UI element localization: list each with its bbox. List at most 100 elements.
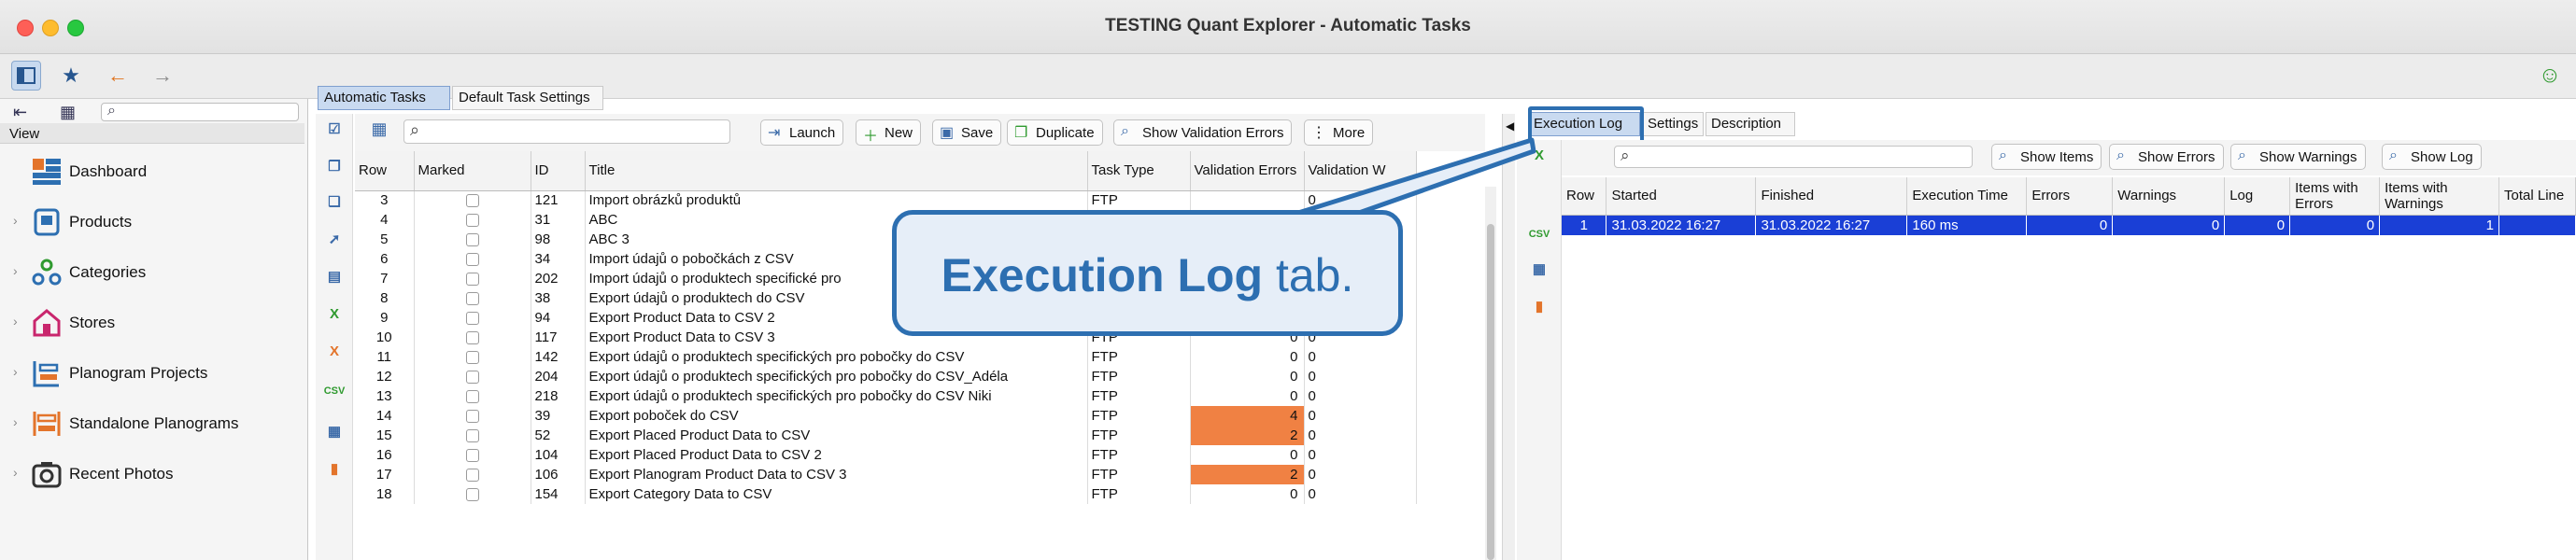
grid-settings-icon[interactable]: ▦ xyxy=(366,119,392,144)
tab-default-task-settings[interactable]: Default Task Settings xyxy=(452,86,603,110)
chevron-right-icon[interactable]: › xyxy=(13,364,18,379)
chevron-right-icon[interactable]: › xyxy=(13,213,18,228)
column-header[interactable]: Total Line xyxy=(2498,177,2576,216)
marked-checkbox[interactable] xyxy=(465,449,479,463)
marked-cell[interactable] xyxy=(414,288,531,308)
tab-settings[interactable]: Settings xyxy=(1642,112,1704,136)
document-icon[interactable]: ▤ xyxy=(323,267,346,287)
save-button[interactable]: ▣ Save xyxy=(932,119,1002,146)
column-header[interactable]: Log xyxy=(2224,177,2291,216)
chevron-right-icon[interactable]: › xyxy=(13,465,18,480)
column-header[interactable]: Execution Time xyxy=(1906,177,2028,216)
column-header[interactable]: Items with Warnings xyxy=(2379,177,2499,216)
marked-cell[interactable] xyxy=(414,445,531,465)
smiley-icon[interactable]: ☺ xyxy=(2535,61,2565,91)
marked-cell[interactable] xyxy=(414,210,531,230)
marked-cell[interactable] xyxy=(414,347,531,367)
chevron-right-icon[interactable]: › xyxy=(13,263,18,278)
column-header[interactable]: Validation Errors xyxy=(1190,151,1305,191)
back-arrow-icon[interactable]: ← xyxy=(103,61,133,91)
marked-cell[interactable] xyxy=(414,465,531,484)
copy-icon[interactable]: ❐ xyxy=(323,157,346,177)
excel-import-icon[interactable]: X xyxy=(323,342,346,362)
tab-description[interactable]: Description xyxy=(1706,112,1795,136)
marked-checkbox[interactable] xyxy=(465,194,479,208)
nav-search-input[interactable]: ⌕ xyxy=(101,103,299,121)
table-row[interactable]: 18 154 Export Category Data to CSV FTP 0 0 xyxy=(355,484,1417,504)
column-header[interactable]: Validation W xyxy=(1304,151,1417,191)
marked-cell[interactable] xyxy=(414,484,531,504)
marked-checkbox[interactable] xyxy=(465,469,479,483)
chevron-right-icon[interactable]: › xyxy=(13,314,18,329)
marked-checkbox[interactable] xyxy=(465,312,479,326)
collapse-arrow-icon[interactable]: ◀ xyxy=(1506,119,1514,133)
marked-checkbox[interactable] xyxy=(465,429,479,443)
show-warnings-button[interactable]: ⌕ Show Warnings xyxy=(2230,144,2366,170)
marked-checkbox[interactable] xyxy=(465,233,479,247)
bar-chart-icon[interactable]: ▮ xyxy=(1528,297,1550,317)
marked-cell[interactable] xyxy=(414,367,531,386)
table-row[interactable]: 14 39 Export poboček do CSV FTP 4 0 xyxy=(355,406,1417,426)
column-header[interactable]: Marked xyxy=(414,151,531,191)
column-header[interactable]: Row xyxy=(1562,177,1607,216)
marked-checkbox[interactable] xyxy=(465,273,479,287)
nav-item-stores[interactable]: › Stores xyxy=(0,304,308,342)
column-header[interactable]: Task Type xyxy=(1087,151,1191,191)
column-header[interactable]: ID xyxy=(531,151,586,191)
table-row[interactable]: 16 104 Export Placed Product Data to CSV 2… xyxy=(355,445,1417,465)
marked-cell[interactable] xyxy=(414,328,531,347)
column-header[interactable]: Errors xyxy=(2026,177,2114,216)
checklist-icon[interactable]: ☑ xyxy=(323,119,346,140)
cursor-icon[interactable]: ➚ xyxy=(323,230,346,250)
csv-icon[interactable]: CSV xyxy=(323,381,346,401)
table-row[interactable]: 3 121 Import obrázků produktů FTP 0 xyxy=(355,190,1417,210)
marked-cell[interactable] xyxy=(414,190,531,210)
launch-button[interactable]: ⇥ Launch xyxy=(760,119,844,146)
marked-checkbox[interactable] xyxy=(465,390,479,404)
chevron-right-icon[interactable]: › xyxy=(13,414,18,429)
column-header[interactable]: Started xyxy=(1606,177,1757,216)
table-edit-icon[interactable]: ▦ xyxy=(323,422,346,442)
marked-cell[interactable] xyxy=(414,406,531,426)
marked-checkbox[interactable] xyxy=(465,214,479,228)
marked-checkbox[interactable] xyxy=(465,488,479,502)
excel-export-icon[interactable]: X xyxy=(1528,146,1550,166)
tab-automatic-tasks[interactable]: Automatic Tasks xyxy=(318,86,450,110)
show-log-button[interactable]: ⌕ Show Log xyxy=(2382,144,2482,170)
nav-item-categories[interactable]: › Categories xyxy=(0,254,308,291)
table-row[interactable]: 11 142 Export údajů o produktech specifick… xyxy=(355,347,1417,367)
table-row[interactable]: 13 218 Export údajů o produktech specifick… xyxy=(355,386,1417,406)
sidebar-toggle-icon[interactable] xyxy=(11,61,41,91)
marked-checkbox[interactable] xyxy=(465,292,479,306)
marked-checkbox[interactable] xyxy=(465,253,479,267)
show-items-button[interactable]: ⌕ Show Items xyxy=(1991,144,2102,170)
marked-checkbox[interactable] xyxy=(465,331,479,345)
panel-splitter[interactable]: ◀ xyxy=(1502,114,1515,560)
marked-checkbox[interactable] xyxy=(465,351,479,365)
grid-settings-icon[interactable]: ▦ xyxy=(60,103,76,122)
table-row[interactable]: 1 31.03.2022 16:27 31.03.2022 16:27 160 ms 0… xyxy=(1562,215,2576,235)
marked-cell[interactable] xyxy=(414,308,531,328)
column-header[interactable]: Finished xyxy=(1755,177,1908,216)
show-errors-button[interactable]: ⌕ Show Errors xyxy=(2109,144,2224,170)
column-header[interactable]: Title xyxy=(585,151,1088,191)
marked-cell[interactable] xyxy=(414,269,531,288)
table-row[interactable]: 12 204 Export údajů o produktech specifick… xyxy=(355,367,1417,386)
task-search-input[interactable]: ⌕ xyxy=(403,119,730,144)
log-search-input[interactable]: ⌕ xyxy=(1614,146,1973,168)
bar-chart-icon[interactable]: ▮ xyxy=(323,459,346,480)
nav-item-dashboard[interactable]: Dashboard xyxy=(0,153,308,190)
forward-arrow-icon[interactable]: → xyxy=(148,61,177,91)
new-button[interactable]: ＋ New xyxy=(856,119,922,146)
duplicate-button[interactable]: ❐ Duplicate xyxy=(1007,119,1103,146)
column-header[interactable]: Row xyxy=(355,151,415,191)
csv-icon[interactable]: CSV xyxy=(1528,224,1550,245)
show-validation-errors-button[interactable]: ⌕ Show Validation Errors xyxy=(1113,119,1293,146)
marked-checkbox[interactable] xyxy=(465,371,479,385)
duplicate-icon[interactable]: ❏ xyxy=(323,192,346,213)
marked-cell[interactable] xyxy=(414,230,531,249)
nav-item-planogram-projects[interactable]: › Planogram Projects xyxy=(0,355,308,392)
table-row[interactable]: 15 52 Export Placed Product Data to CSV FTP… xyxy=(355,426,1417,445)
marked-cell[interactable] xyxy=(414,249,531,269)
table-row[interactable]: 17 106 Export Planogram Product Data to CS… xyxy=(355,465,1417,484)
